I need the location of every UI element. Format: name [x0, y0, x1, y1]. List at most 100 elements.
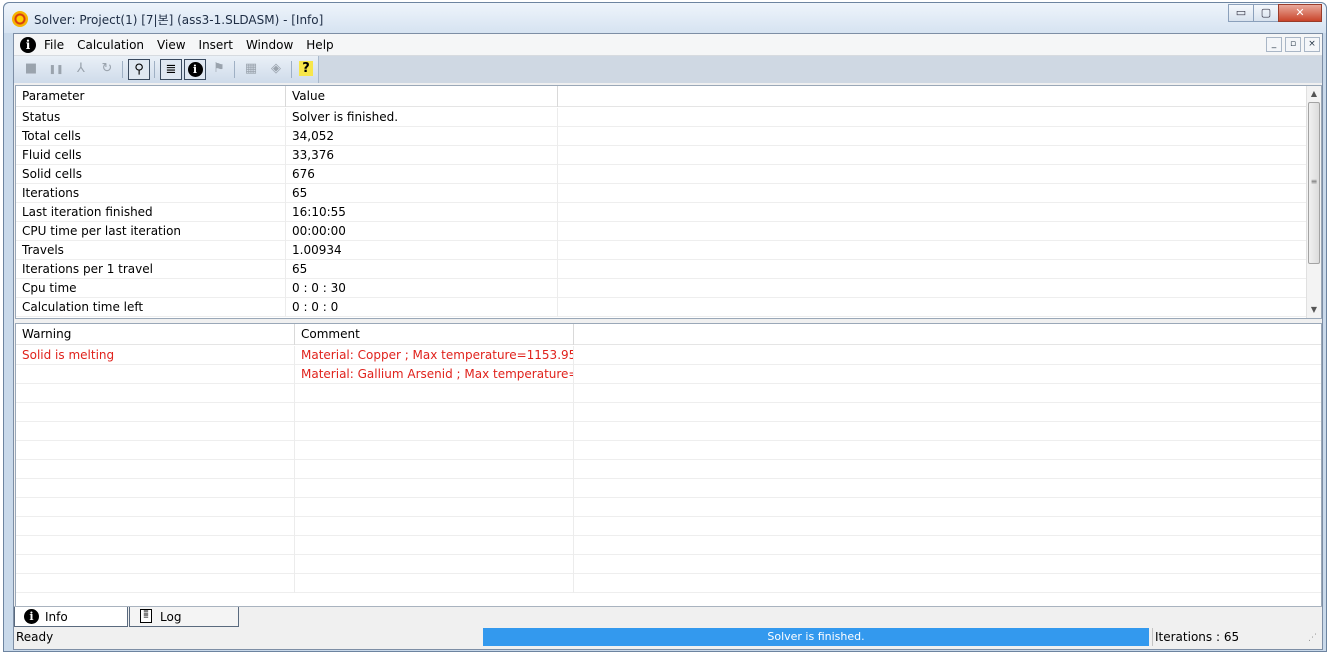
empty-cell	[574, 403, 1321, 422]
comment-cell	[295, 441, 574, 460]
stop-button[interactable]: ■	[20, 59, 42, 80]
title-bar[interactable]: Solver: Project(1) [7|본] (ass3-1.SLDASM)…	[4, 3, 1326, 33]
table-row[interactable]: Iterations 65	[16, 184, 1307, 203]
empty-row	[16, 536, 1321, 555]
column-header-value[interactable]: Value	[286, 86, 558, 107]
table-row[interactable]: Fluid cells 33,376	[16, 146, 1307, 165]
table-row[interactable]: CPU time per last iteration 00:00:00	[16, 222, 1307, 241]
window-title: Solver: Project(1) [7|본] (ass3-1.SLDASM)…	[34, 13, 324, 27]
menu-window[interactable]: Window	[246, 38, 293, 52]
menu-items: File Calculation View Insert Window Help	[44, 38, 347, 52]
empty-cell	[558, 184, 1307, 203]
table-row[interactable]: Solid cells 676	[16, 165, 1307, 184]
log-tab-icon: ≡ ≡	[140, 609, 152, 623]
warning-row[interactable]: Solid is melting Material: Copper ; Max t…	[16, 346, 1321, 365]
empty-cell	[574, 384, 1321, 403]
menu-file[interactable]: File	[44, 38, 64, 52]
table-row[interactable]: Travels 1.00934	[16, 241, 1307, 260]
resize-grip-icon[interactable]: ⋰	[1308, 633, 1320, 645]
pin-button[interactable]: ⚲	[128, 59, 150, 80]
comment-cell	[295, 384, 574, 403]
column-header-comment[interactable]: Comment	[295, 324, 574, 345]
probe-icon: ◈	[271, 61, 281, 76]
warning-cell	[16, 460, 295, 479]
table-row[interactable]: Iterations per 1 travel 65	[16, 260, 1307, 279]
comment-cell	[295, 574, 574, 593]
warning-cell	[16, 365, 295, 384]
refresh-button[interactable]: ↻	[96, 59, 118, 80]
close-button[interactable]: ✕	[1278, 4, 1322, 22]
value-cell: 34,052	[286, 127, 558, 146]
value-cell: 00:00:00	[286, 222, 558, 241]
parameter-cell: CPU time per last iteration	[16, 222, 286, 241]
column-header-warning[interactable]: Warning	[16, 324, 295, 345]
pause-button[interactable]: ❚❚	[45, 59, 67, 80]
tab-info[interactable]: i Info	[14, 607, 128, 627]
table-row[interactable]: Calculation time left 0 : 0 : 0	[16, 298, 1307, 317]
empty-row	[16, 403, 1321, 422]
table-row[interactable]: Total cells 34,052	[16, 127, 1307, 146]
menu-help[interactable]: Help	[306, 38, 333, 52]
scrollbar-thumb[interactable]: ≡	[1308, 102, 1320, 264]
table-row[interactable]: Cpu time 0 : 0 : 30	[16, 279, 1307, 298]
minimize-button[interactable]: ▭	[1228, 4, 1254, 22]
child-minimize-button[interactable]: _	[1266, 37, 1282, 52]
comment-cell	[295, 479, 574, 498]
solver-window: Solver: Project(1) [7|본] (ass3-1.SLDASM)…	[3, 2, 1327, 652]
empty-cell	[558, 241, 1307, 260]
warning-cell	[16, 384, 295, 403]
solver-app-icon[interactable]	[12, 11, 28, 27]
empty-cell	[574, 479, 1321, 498]
comment-cell	[295, 536, 574, 555]
toolbar-separator	[291, 61, 292, 78]
maximize-button[interactable]: ▢	[1253, 4, 1279, 22]
value-cell: 1.00934	[286, 241, 558, 260]
child-restore-button[interactable]: ▫	[1285, 37, 1301, 52]
warning-cell	[16, 555, 295, 574]
help-button[interactable]: ?	[295, 59, 317, 80]
menu-insert[interactable]: Insert	[199, 38, 233, 52]
toolbar-separator	[122, 61, 123, 78]
table-row[interactable]: Status Solver is finished.	[16, 108, 1307, 127]
info-button[interactable]: i	[184, 59, 206, 80]
mesh-button[interactable]: ▦	[240, 59, 262, 80]
parameter-cell: Iterations	[16, 184, 286, 203]
warning-cell	[16, 498, 295, 517]
child-close-button[interactable]: ×	[1304, 37, 1320, 52]
info-table-header: Parameter Value	[16, 86, 1307, 107]
document-info-icon[interactable]: i	[20, 37, 36, 53]
empty-cell	[574, 574, 1321, 593]
tab-log[interactable]: ≡ ≡ Log	[129, 607, 239, 627]
menu-view[interactable]: View	[157, 38, 185, 52]
column-header-parameter[interactable]: Parameter	[16, 86, 286, 107]
insert-goal-button[interactable]: ⅄	[70, 59, 92, 80]
comment-cell: Material: Gallium Arsenid ; Max temperat…	[295, 365, 574, 384]
log-button[interactable]: ≣	[160, 59, 182, 80]
parameter-cell: Fluid cells	[16, 146, 286, 165]
warning-cell	[16, 422, 295, 441]
table-row[interactable]: Last iteration finished 16:10:55	[16, 203, 1307, 222]
info-pane: Parameter Value Status Solver is finished…	[15, 85, 1322, 319]
empty-row	[16, 498, 1321, 517]
probe-button[interactable]: ◈	[265, 59, 287, 80]
parameter-cell: Status	[16, 108, 286, 127]
column-header-empty	[558, 86, 1307, 107]
empty-cell	[558, 203, 1307, 222]
flag-button[interactable]: ⚑	[208, 59, 230, 80]
scroll-up-arrow-icon[interactable]: ▲	[1307, 86, 1321, 101]
comment-cell: Material: Copper ; Max temperature=1153.…	[295, 346, 574, 365]
value-cell: 16:10:55	[286, 203, 558, 222]
empty-row	[16, 460, 1321, 479]
progress-text: Solver is finished.	[767, 630, 865, 643]
refresh-icon: ↻	[101, 61, 113, 76]
empty-cell	[574, 346, 1321, 365]
scroll-down-arrow-icon[interactable]: ▼	[1307, 302, 1321, 317]
toolbar: ■ ❚❚ ⅄ ↻ ⚲ ≣ i ⚑ ▦ ◈ ?	[14, 56, 319, 83]
info-vertical-scrollbar[interactable]: ▲ ≡ ▼	[1306, 86, 1321, 318]
menu-calculation[interactable]: Calculation	[77, 38, 144, 52]
warning-row[interactable]: Material: Gallium Arsenid ; Max temperat…	[16, 365, 1321, 384]
value-cell: 676	[286, 165, 558, 184]
value-cell: 0 : 0 : 0	[286, 298, 558, 317]
toolbar-separator	[154, 61, 155, 78]
parameter-cell: Solid cells	[16, 165, 286, 184]
